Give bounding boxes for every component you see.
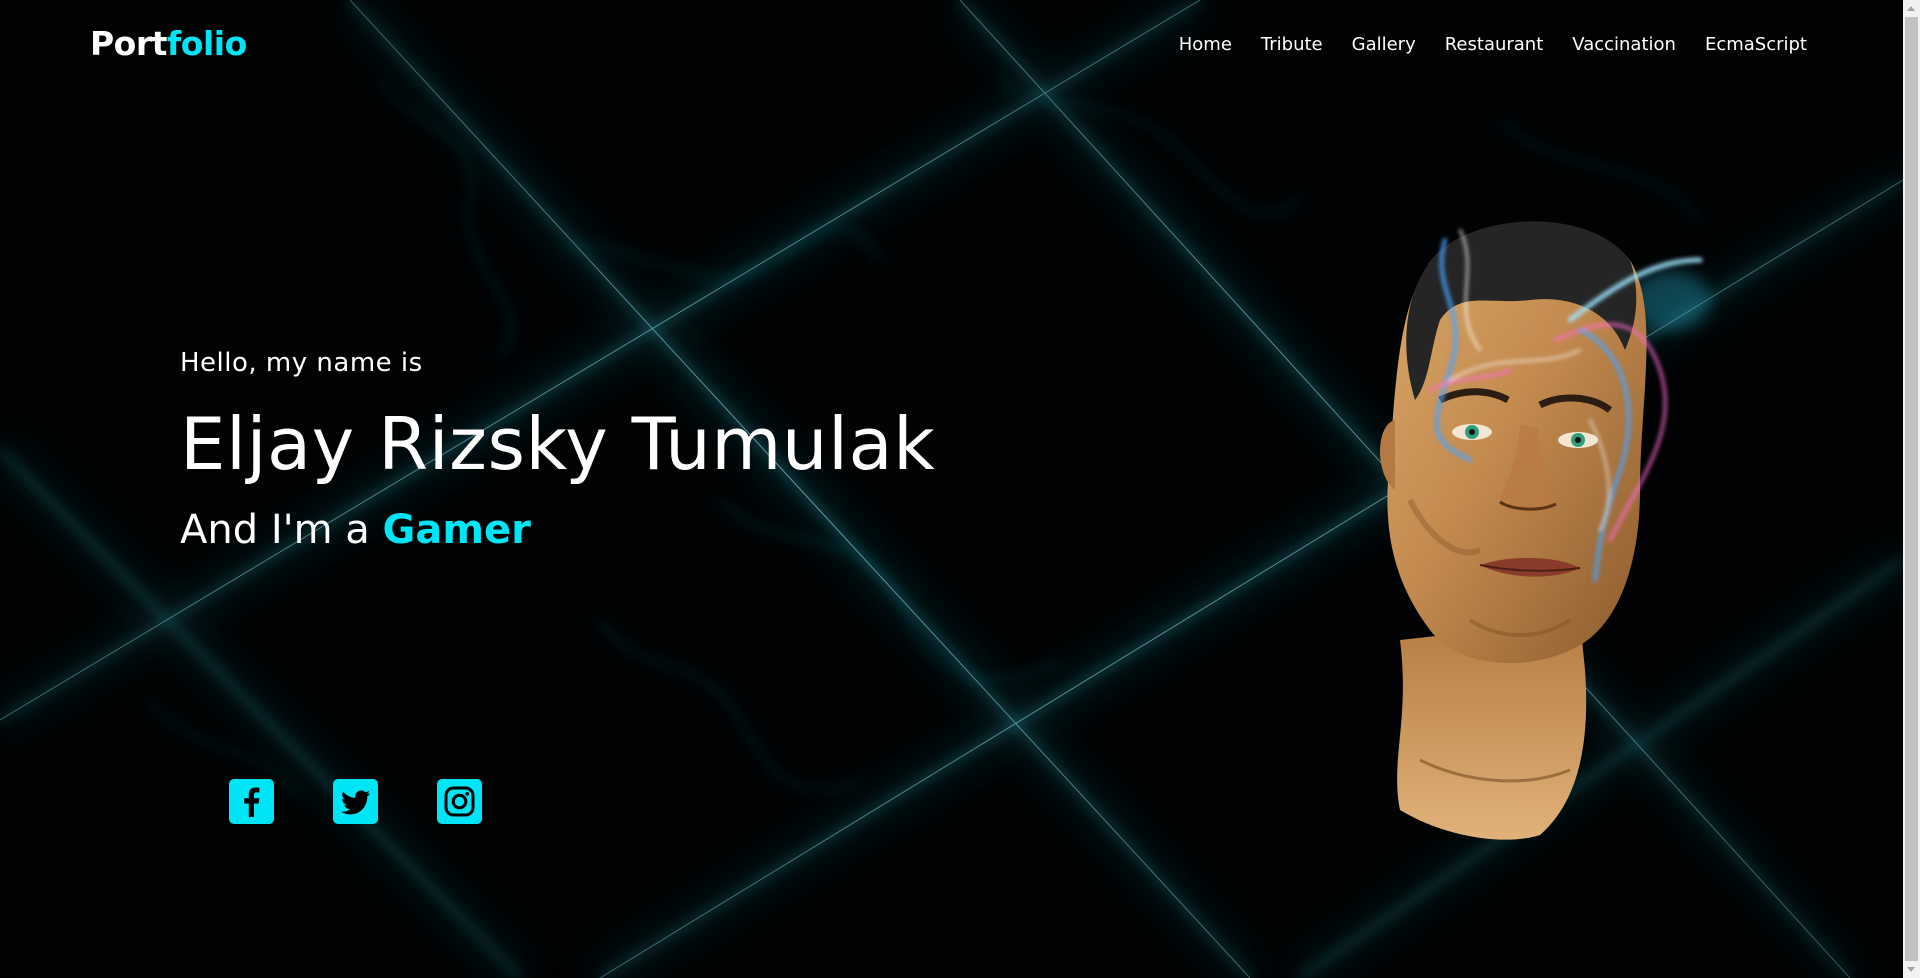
- profile-portrait: [1380, 221, 1710, 840]
- nav-link-ecmascript[interactable]: EcmaScript: [1705, 34, 1807, 55]
- scroll-up-arrow-icon[interactable]: [1903, 0, 1920, 17]
- nav-menu: Home Tribute Gallery Restaurant Vaccinat…: [1179, 34, 1807, 55]
- nav-link-gallery[interactable]: Gallery: [1352, 34, 1416, 55]
- facebook-icon[interactable]: [229, 779, 274, 824]
- viewport: Portfolio Home Tribute Gallery Restauran…: [0, 0, 1903, 978]
- hero-greeting: Hello, my name is: [180, 348, 423, 378]
- logo-text-folio: folio: [166, 24, 247, 63]
- twitter-icon[interactable]: [333, 779, 378, 824]
- scrollbar[interactable]: [1903, 0, 1920, 978]
- navbar: Portfolio Home Tribute Gallery Restauran…: [0, 0, 1903, 92]
- instagram-icon[interactable]: [437, 779, 482, 824]
- nav-link-home[interactable]: Home: [1179, 34, 1232, 55]
- hero-role-prefix: And I'm a: [180, 507, 370, 554]
- nav-link-restaurant[interactable]: Restaurant: [1445, 34, 1544, 55]
- hero-role-highlight: Gamer: [382, 507, 531, 554]
- scrollbar-thumb[interactable]: [1905, 17, 1918, 961]
- hero-section: Hello, my name is Eljay Rizsky Tumulak A…: [180, 348, 935, 553]
- nav-link-tribute[interactable]: Tribute: [1261, 34, 1323, 55]
- nav-link-vaccination[interactable]: Vaccination: [1572, 34, 1676, 55]
- hero-name: Eljay Rizsky Tumulak: [180, 402, 936, 486]
- social-links: [229, 779, 482, 824]
- logo[interactable]: Portfolio: [90, 24, 247, 63]
- logo-text-port: Port: [90, 24, 167, 63]
- hero-role: And I'm a Gamer: [180, 507, 935, 553]
- scroll-down-arrow-icon[interactable]: [1903, 961, 1920, 978]
- page: Portfolio Home Tribute Gallery Restauran…: [0, 0, 1920, 978]
